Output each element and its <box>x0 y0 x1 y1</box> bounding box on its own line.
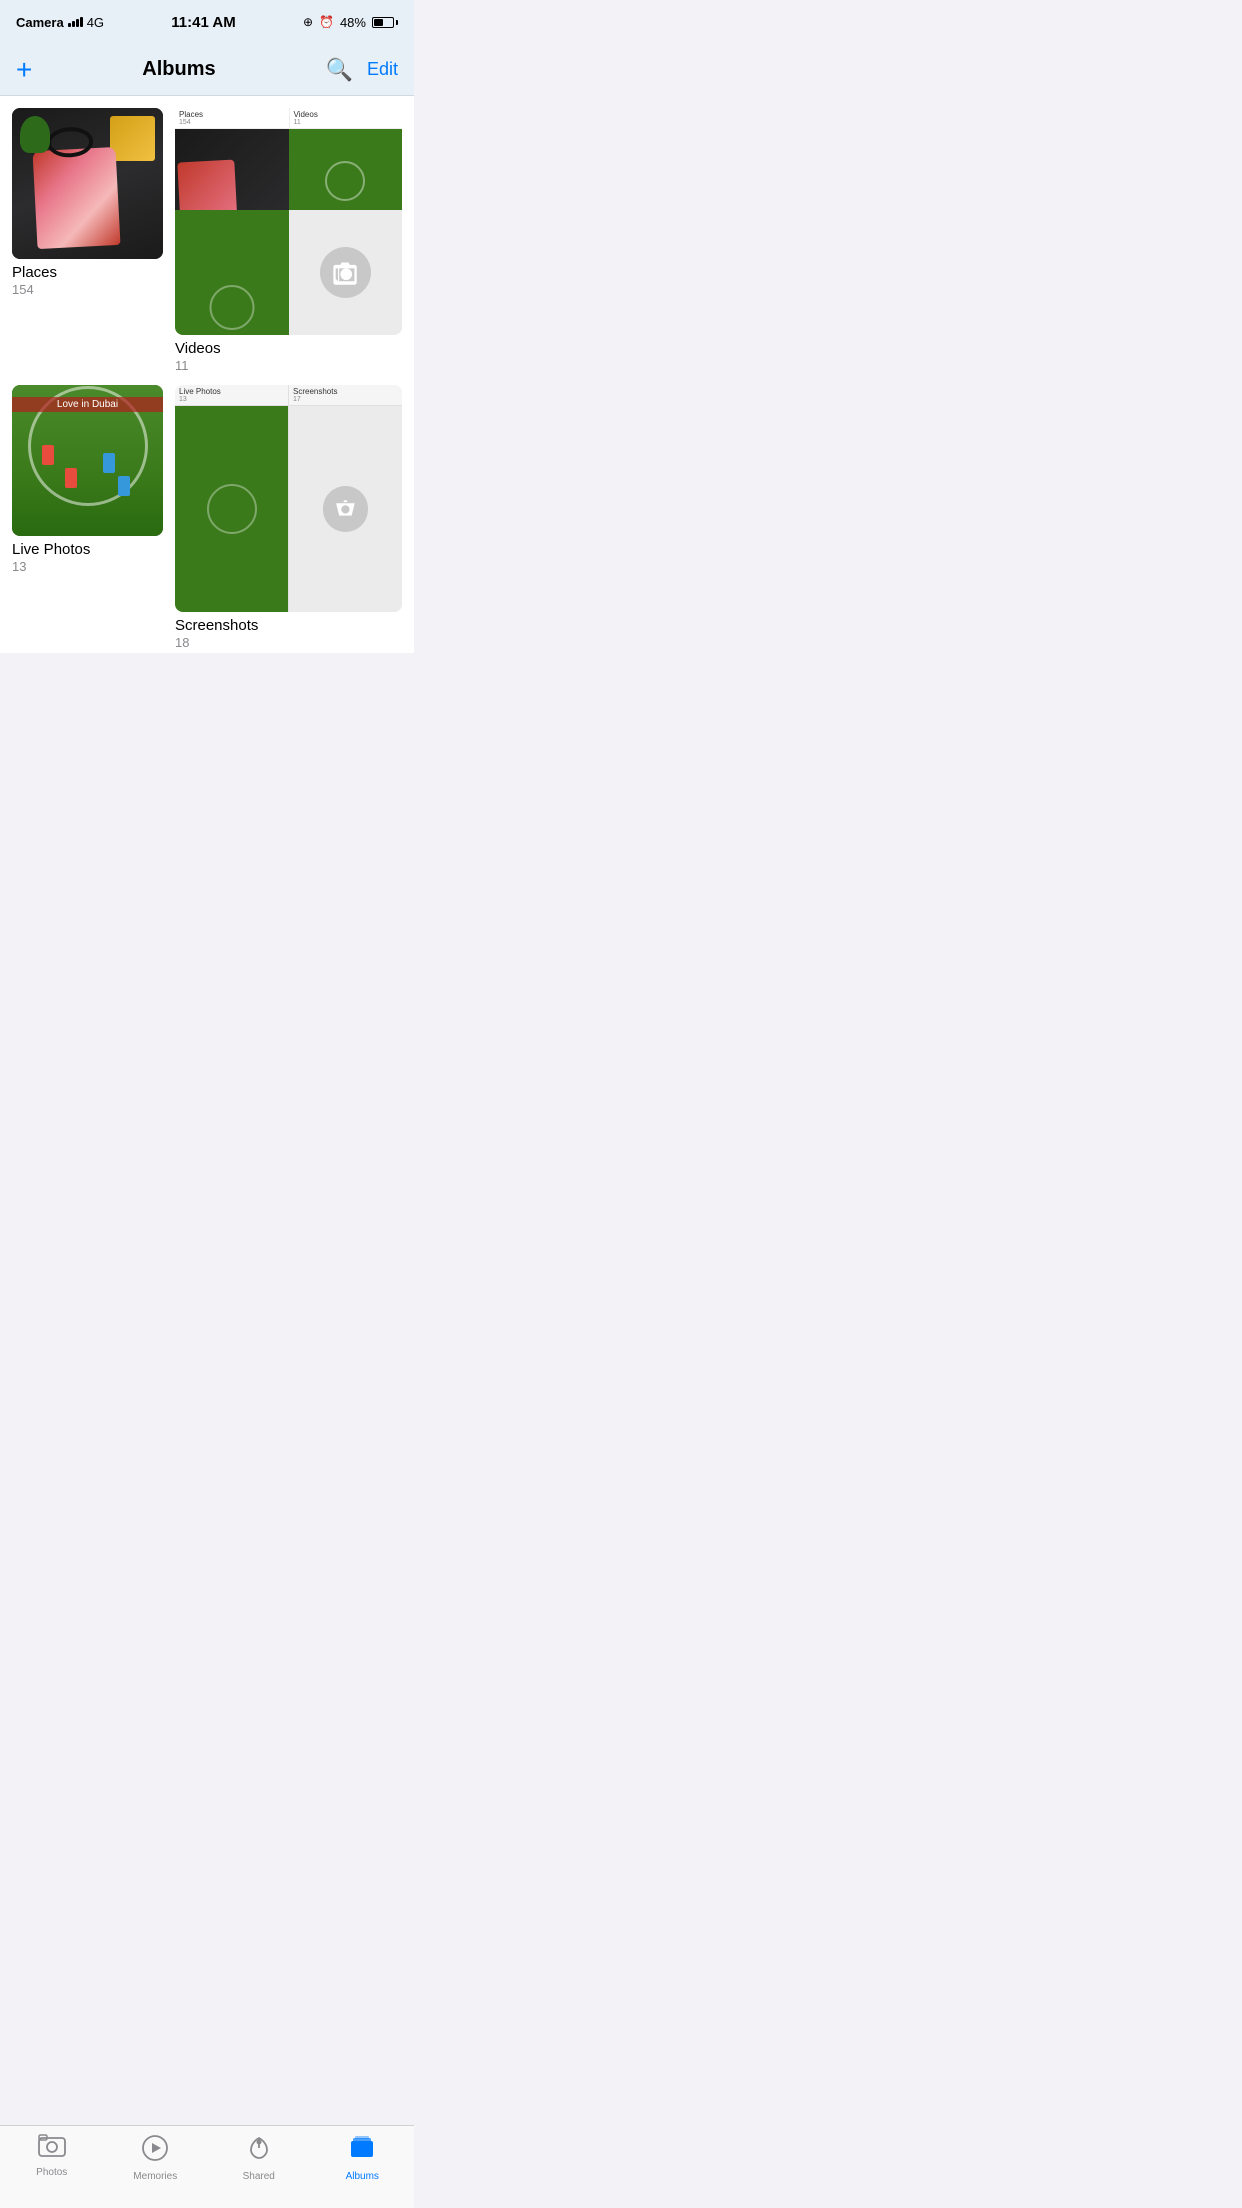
nav-actions: 🔍 Edit <box>326 57 398 83</box>
tab-bar: Photos Memories Shared <box>0 2125 414 2208</box>
videos-label: Videos 11 <box>175 340 402 373</box>
add-album-button[interactable]: + <box>16 56 32 84</box>
album-item-videos[interactable]: Places 154 Videos 11 <box>175 108 402 373</box>
videos-thumbnail: Places 154 Videos 11 <box>175 108 402 335</box>
page-title: Albums <box>142 58 215 81</box>
battery-indicator <box>372 17 398 28</box>
photos-icon <box>38 2134 66 2164</box>
signal-bars <box>68 17 83 27</box>
edit-button[interactable]: Edit <box>367 59 398 80</box>
tab-memories[interactable]: Memories <box>104 2134 208 2182</box>
memories-icon <box>141 2134 169 2168</box>
places-label: Places 154 <box>12 264 163 297</box>
album-item-screenshots[interactable]: Live Photos 13 Screenshots 17 <box>175 385 402 650</box>
main-scroll-area: Places 154 Places 154 Videos <box>0 96 414 653</box>
status-bar: Camera 4G 11:41 AM ⊕ ⏰ 48% <box>0 0 414 44</box>
search-button[interactable]: 🔍 <box>326 57 353 83</box>
carrier-label: Camera <box>16 15 64 30</box>
album-item-places[interactable]: Places 154 <box>12 108 163 373</box>
live-photos-thumbnail: Love in Dubai <box>12 385 163 536</box>
screenshots-label: Screenshots 18 <box>175 617 402 650</box>
tab-albums[interactable]: Albums <box>311 2134 415 2182</box>
photos-tab-label: Photos <box>36 2167 67 2178</box>
status-right: ⊕ ⏰ 48% <box>303 15 398 30</box>
status-time: 11:41 AM <box>171 14 235 31</box>
alarm-icon: ⏰ <box>319 15 334 29</box>
tab-shared[interactable]: Shared <box>207 2134 311 2182</box>
status-left: Camera 4G <box>16 15 104 30</box>
nav-bar: + Albums 🔍 Edit <box>0 44 414 96</box>
tab-photos[interactable]: Photos <box>0 2134 104 2178</box>
memories-tab-label: Memories <box>133 2171 177 2182</box>
album-grid: Places 154 Places 154 Videos <box>12 108 402 653</box>
location-icon: ⊕ <box>303 15 313 29</box>
places-thumbnail <box>12 108 163 259</box>
album-item-live-photos[interactable]: Love in Dubai Live Photos 13 <box>12 385 163 650</box>
shared-tab-label: Shared <box>243 2171 275 2182</box>
live-photos-label: Live Photos 13 <box>12 541 163 574</box>
albums-tab-label: Albums <box>346 2171 379 2182</box>
battery-percent: 48% <box>340 15 366 30</box>
screenshots-thumbnail: Live Photos 13 Screenshots 17 <box>175 385 402 612</box>
network-type: 4G <box>87 15 104 30</box>
albums-icon <box>348 2134 376 2168</box>
shared-icon <box>245 2134 273 2168</box>
